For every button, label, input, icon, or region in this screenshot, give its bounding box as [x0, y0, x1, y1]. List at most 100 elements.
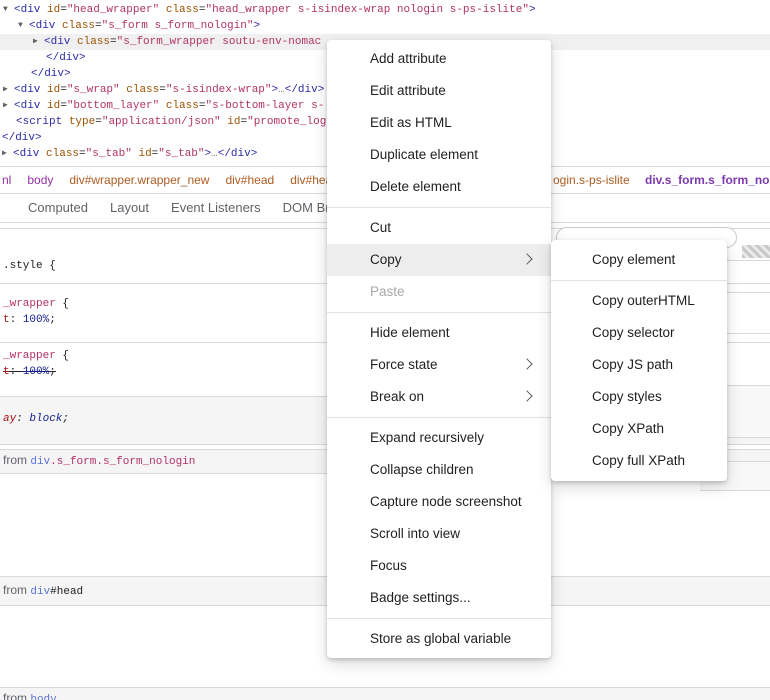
code-token: =: [95, 20, 102, 32]
css-declaration-overridden[interactable]: t: 100%;: [3, 365, 56, 379]
inherited-from-header: [0, 687, 770, 700]
css-value: block: [29, 413, 62, 425]
css-colon: :: [16, 413, 29, 425]
code-token: =: [110, 36, 117, 48]
menu-item-collapse-children[interactable]: Collapse children: [327, 454, 551, 486]
submenu-item-copy-xpath[interactable]: Copy XPath: [551, 413, 727, 445]
submenu-item-copy-outerhtml[interactable]: Copy outerHTML: [551, 285, 727, 317]
expand-arrow-icon[interactable]: ▶: [3, 98, 14, 114]
tab-computed[interactable]: Computed: [28, 194, 88, 222]
css-value: 100%: [23, 366, 49, 378]
css-rule-selector[interactable]: _wrapper {: [3, 349, 69, 363]
code-token: class: [126, 84, 159, 96]
code-token: "promote_log: [247, 116, 326, 128]
code-token: <div: [14, 4, 40, 16]
breadcrumb-item-div-head[interactable]: div#head: [225, 167, 274, 193]
menu-item-label: Force state: [370, 357, 438, 372]
submenu-item-copy-full-xpath[interactable]: Copy full XPath: [551, 445, 727, 477]
css-brace: {: [43, 260, 56, 272]
breadcrumb-item-nl[interactable]: nl: [2, 167, 11, 193]
code-token: </div>: [285, 84, 325, 96]
css-colon: :: [10, 314, 23, 326]
menu-item-scroll-into-view[interactable]: Scroll into view: [327, 518, 551, 550]
code-token: id: [47, 100, 60, 112]
menu-item-label: Copy JS path: [592, 357, 673, 372]
code-token: …: [278, 84, 285, 96]
code-token: =: [60, 84, 67, 96]
menu-item-hide-element[interactable]: Hide element: [327, 317, 551, 349]
code-token: id: [138, 148, 151, 160]
inherited-from-node-link[interactable]: div: [30, 456, 50, 468]
menu-item-copy[interactable]: Copy: [327, 244, 551, 276]
code-token: <div: [44, 36, 70, 48]
submenu-item-copy-selector[interactable]: Copy selector: [551, 317, 727, 349]
menu-item-edit-as-html[interactable]: Edit as HTML: [327, 107, 551, 139]
expand-arrow-icon[interactable]: ▶: [2, 146, 13, 162]
menu-item-label: Collapse children: [370, 462, 474, 477]
expand-arrow-icon[interactable]: ▶: [3, 82, 14, 98]
menu-item-break-on[interactable]: Break on: [327, 381, 551, 413]
copy-submenu: Copy element Copy outerHTML Copy selector C…: [551, 240, 727, 481]
menu-separator: [551, 280, 727, 281]
submenu-item-copy-styles[interactable]: Copy styles: [551, 381, 727, 413]
submenu-item-copy-element[interactable]: Copy element: [551, 244, 727, 276]
css-declaration[interactable]: t: 100%;: [3, 313, 56, 327]
dom-tree-row-1[interactable]: ▼<div id="head_wrapper" class="head_wrap…: [0, 2, 770, 18]
css-selector: .style: [3, 260, 43, 272]
menu-item-label: Add attribute: [370, 51, 447, 66]
css-property: t: [3, 366, 10, 378]
css-rule-element-style[interactable]: .style {: [3, 259, 56, 273]
menu-item-add-attribute[interactable]: Add attribute: [327, 43, 551, 75]
css-rule-selector[interactable]: _wrapper {: [3, 297, 69, 311]
inherited-from-row: from div#head: [3, 583, 83, 598]
css-selector: _wrapper: [3, 298, 56, 310]
css-selector: _wrapper: [3, 350, 56, 362]
css-semicolon: ;: [49, 366, 56, 378]
submenu-item-copy-js-path[interactable]: Copy JS path: [551, 349, 727, 381]
dom-tree-row-2[interactable]: ▼<div class="s_form s_form_nologin">: [0, 18, 770, 34]
breadcrumb-item-head-wrapper-tail[interactable]: ogin.s-ps-islite: [553, 167, 630, 193]
css-semicolon: ;: [49, 314, 56, 326]
menu-item-label: Scroll into view: [370, 526, 460, 541]
breadcrumb-item-div-wrapper-wrapper-new[interactable]: div#wrapper.wrapper_new: [69, 167, 209, 193]
inherited-from-label: from: [3, 583, 27, 597]
collapse-arrow-icon[interactable]: ▼: [18, 18, 29, 34]
menu-item-delete-element[interactable]: Delete element: [327, 171, 551, 203]
menu-item-focus[interactable]: Focus: [327, 550, 551, 582]
menu-item-cut[interactable]: Cut: [327, 212, 551, 244]
menu-item-duplicate-element[interactable]: Duplicate element: [327, 139, 551, 171]
expand-arrow-icon[interactable]: ▶: [33, 34, 44, 50]
tab-layout[interactable]: Layout: [110, 194, 149, 222]
menu-item-label: Duplicate element: [370, 147, 478, 162]
menu-item-label: Copy outerHTML: [592, 293, 695, 308]
inherited-from-row: from body: [3, 691, 57, 700]
breadcrumb-item-body[interactable]: body: [27, 167, 53, 193]
menu-separator: [327, 312, 551, 313]
tab-event-listeners[interactable]: Event Listeners: [171, 194, 261, 222]
css-value: 100%: [23, 314, 49, 326]
inherited-from-node-link[interactable]: div: [30, 586, 50, 598]
inherited-from-qualifier[interactable]: #head: [50, 586, 83, 598]
breadcrumb-item-selected[interactable]: div.s_form.s_form_nolog: [645, 167, 770, 193]
css-declaration-inherited[interactable]: ay: block;: [3, 412, 69, 426]
css-colon: :: [10, 366, 23, 378]
inherited-from-label: from: [3, 453, 27, 467]
menu-item-label: Copy selector: [592, 325, 675, 340]
inherited-from-node-link[interactable]: body: [30, 694, 56, 700]
menu-item-store-as-global-variable[interactable]: Store as global variable: [327, 623, 551, 655]
code-token: [62, 116, 69, 128]
collapse-arrow-icon[interactable]: ▼: [3, 2, 14, 18]
inherited-from-qualifier[interactable]: .s_form.s_form_nologin: [50, 456, 195, 468]
menu-item-badge-settings[interactable]: Badge settings...: [327, 582, 551, 614]
menu-item-expand-recursively[interactable]: Expand recursively: [327, 422, 551, 454]
menu-item-label: Edit attribute: [370, 83, 446, 98]
code-token: =: [159, 84, 166, 96]
menu-item-label: Delete element: [370, 179, 461, 194]
menu-item-label: Cut: [370, 220, 391, 235]
menu-item-capture-node-screenshot[interactable]: Capture node screenshot: [327, 486, 551, 518]
menu-item-label: Edit as HTML: [370, 115, 452, 130]
menu-item-force-state[interactable]: Force state: [327, 349, 551, 381]
code-token: [159, 100, 166, 112]
inherited-from-label: from: [3, 691, 27, 700]
menu-item-edit-attribute[interactable]: Edit attribute: [327, 75, 551, 107]
